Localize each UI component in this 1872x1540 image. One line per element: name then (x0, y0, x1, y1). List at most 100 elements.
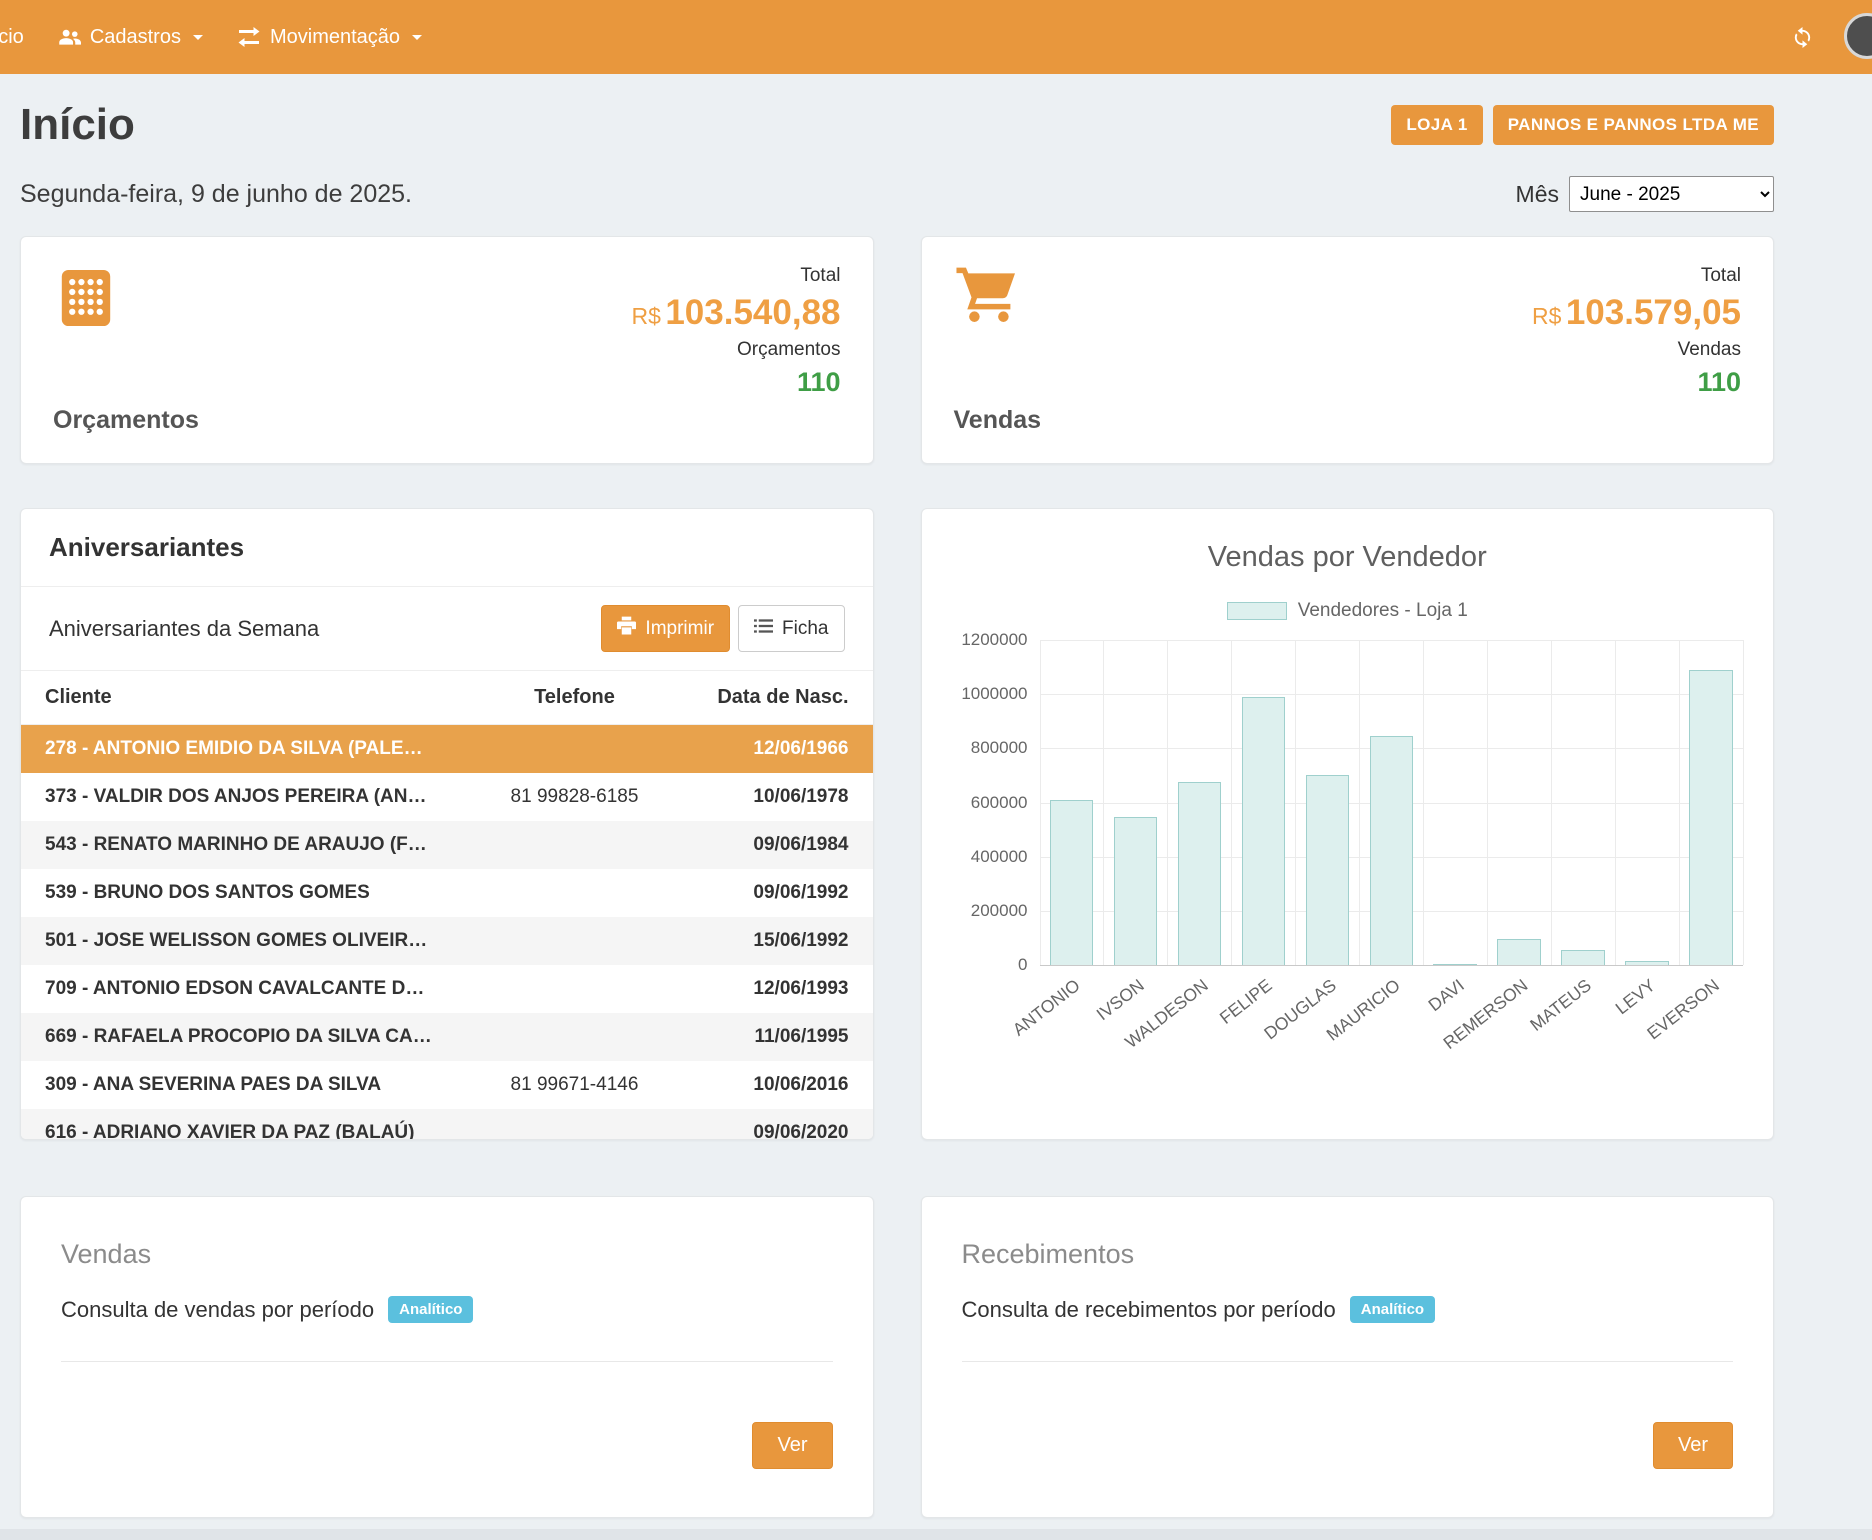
y-tick-label: 600000 (971, 793, 1028, 813)
refresh-button[interactable] (1791, 26, 1814, 49)
users-icon (58, 27, 81, 47)
bar-antonio[interactable] (1050, 800, 1093, 965)
list-icon (754, 618, 773, 640)
chart-legend[interactable]: Vendedores - Loja 1 (952, 600, 1744, 622)
table-row[interactable]: 709 - ANTONIO EDSON CAVALCANTE D… 12/06/1… (21, 965, 873, 1013)
birthdays-toolbar: Aniversariantes da Semana Imprimir (21, 587, 873, 670)
date-row: Segunda-feira, 9 de junho de 2025. Mês J… (20, 176, 1774, 212)
client-cell: 669 - RAFAELA PROCOPIO DA SILVA CA… (21, 1013, 464, 1061)
stat-right: Total R$ 103.579,05 Vendas 110 (1532, 265, 1741, 435)
card-header: Aniversariantes (21, 509, 873, 587)
top-navbar: Início Cadastros Movimentação (0, 0, 1872, 74)
bottom-grid: Vendas Consulta de vendas por período An… (20, 1196, 1774, 1518)
gridline (1423, 640, 1424, 965)
y-tick-label: 0 (1018, 955, 1027, 975)
analitico-badge: Analítico (1350, 1296, 1435, 1323)
phone-cell (464, 1013, 685, 1061)
birthday-table: Cliente Telefone Data de Nasc. 278 - ANT… (21, 670, 873, 1140)
phone-cell: 81 99671-4146 (464, 1061, 685, 1109)
client-cell: 373 - VALDIR DOS ANJOS PEREIRA (AN… (21, 773, 464, 821)
print-button[interactable]: Imprimir (601, 605, 730, 652)
current-date: Segunda-feira, 9 de junho de 2025. (20, 180, 412, 209)
birthdate-cell: 10/06/2016 (685, 1061, 872, 1109)
birthday-table-body: 278 - ANTONIO EMIDIO DA SILVA (PALE… 12/0… (21, 725, 873, 1141)
x-tick-label: IVSON (1092, 975, 1148, 1025)
bar-ivson[interactable] (1114, 817, 1157, 965)
phone-cell: 81 99828-6185 (464, 773, 685, 821)
table-row[interactable]: 616 - ADRIANO XAVIER DA PAZ (BALAÚ) 09/06… (21, 1109, 873, 1140)
phone-cell (464, 869, 685, 917)
table-row[interactable]: 309 - ANA SEVERINA PAES DA SILVA81 99671… (21, 1061, 873, 1109)
avatar[interactable] (1844, 13, 1872, 59)
bar-chart: 020000040000060000080000010000001200000 … (952, 640, 1744, 1077)
report-text: Consulta de recebimentos por período (962, 1297, 1336, 1323)
birthdate-cell: 15/06/1992 (685, 917, 872, 965)
calculator-icon (53, 265, 199, 331)
column-header-data-nasc: Data de Nasc. (685, 671, 872, 725)
client-cell: 709 - ANTONIO EDSON CAVALCANTE D… (21, 965, 464, 1013)
count-value: 110 (1532, 367, 1741, 398)
bar-douglas[interactable] (1306, 775, 1349, 965)
birthdate-cell: 12/06/1993 (685, 965, 872, 1013)
stat-left: Vendas (954, 265, 1042, 435)
count-label: Orçamentos (631, 339, 840, 361)
divider (61, 1361, 833, 1362)
ver-button[interactable]: Ver (1653, 1422, 1733, 1469)
stats-grid: Orçamentos Total R$ 103.540,88 Orçamento… (20, 236, 1774, 464)
chart-plot (1040, 640, 1744, 965)
chevron-down-icon (412, 35, 422, 40)
table-row[interactable]: 539 - BRUNO DOS SANTOS GOMES09/06/1992 (21, 869, 873, 917)
client-cell: 501 - JOSE WELISSON GOMES OLIVEIR… (21, 917, 464, 965)
total-label: Total (1532, 265, 1741, 287)
bar-remerson[interactable] (1497, 939, 1540, 965)
total-amount: 103.579,05 (1566, 293, 1741, 332)
legend-label: Vendedores - Loja 1 (1298, 600, 1468, 622)
bar-waldeson[interactable] (1178, 782, 1221, 965)
orcamentos-card: Orçamentos Total R$ 103.540,88 Orçamento… (20, 236, 874, 464)
vendas-report-card: Vendas Consulta de vendas por período An… (20, 1196, 874, 1518)
analitico-badge: Analítico (388, 1296, 473, 1323)
stat-left: Orçamentos (53, 265, 199, 435)
count-label: Vendas (1532, 339, 1741, 361)
phone-cell (464, 821, 685, 869)
client-cell: 278 - ANTONIO EMIDIO DA SILVA (PALE… (21, 725, 464, 774)
table-row[interactable]: 373 - VALDIR DOS ANJOS PEREIRA (AN…81 99… (21, 773, 873, 821)
bar-mauricio[interactable] (1370, 736, 1413, 965)
table-row[interactable]: 543 - RENATO MARINHO DE ARAUJO (F…09/06/… (21, 821, 873, 869)
gridline (1359, 640, 1360, 965)
birthdate-cell: 09/06/2020 (685, 1109, 872, 1140)
phone-cell (464, 917, 685, 965)
vendas-card: Vendas Total R$ 103.579,05 Vendas 110 (921, 236, 1775, 464)
mid-grid: Aniversariantes Aniversariantes da Seman… (20, 508, 1774, 1140)
table-row[interactable]: 278 - ANTONIO EMIDIO DA SILVA (PALE…12/0… (21, 725, 873, 774)
gridline (1743, 640, 1744, 965)
client-cell: 616 - ADRIANO XAVIER DA PAZ (BALAÚ) (21, 1109, 464, 1140)
ver-button[interactable]: Ver (752, 1422, 832, 1469)
ficha-button[interactable]: Ficha (738, 605, 844, 652)
month-select[interactable]: June - 2025 (1569, 176, 1774, 212)
company-button[interactable]: PANNOS E PANNOS LTDA ME (1493, 105, 1774, 145)
gridline (1040, 640, 1041, 965)
stat-right: Total R$ 103.540,88 Orçamentos 110 (631, 265, 840, 435)
table-row[interactable]: 501 - JOSE WELISSON GOMES OLIVEIR… 15/06/… (21, 917, 873, 965)
bar-felipe[interactable] (1242, 697, 1285, 965)
bar-mateus[interactable] (1561, 950, 1604, 965)
nav-item-label: Cadastros (90, 26, 181, 49)
header-buttons: LOJA 1 PANNOS E PANNOS LTDA ME (1391, 105, 1774, 145)
nav-item-movimentacao[interactable]: Movimentação (220, 0, 439, 74)
legend-swatch (1227, 602, 1287, 620)
nav-item-cadastros[interactable]: Cadastros (41, 0, 220, 74)
stat-title: Orçamentos (53, 406, 199, 435)
store-button[interactable]: LOJA 1 (1391, 105, 1482, 145)
stat-title: Vendas (954, 406, 1042, 435)
gridline (1040, 640, 1744, 641)
card-title: Aniversariantes (49, 532, 845, 563)
bar-everson[interactable] (1689, 670, 1732, 965)
gridline (1487, 640, 1488, 965)
birthdate-cell: 11/06/1995 (685, 1013, 872, 1061)
table-row[interactable]: 669 - RAFAELA PROCOPIO DA SILVA CA… 11/06… (21, 1013, 873, 1061)
gridline (1615, 640, 1616, 965)
nav-item-inicio[interactable]: Início (0, 0, 41, 74)
month-picker: Mês June - 2025 (1516, 176, 1774, 212)
count-value: 110 (631, 367, 840, 398)
